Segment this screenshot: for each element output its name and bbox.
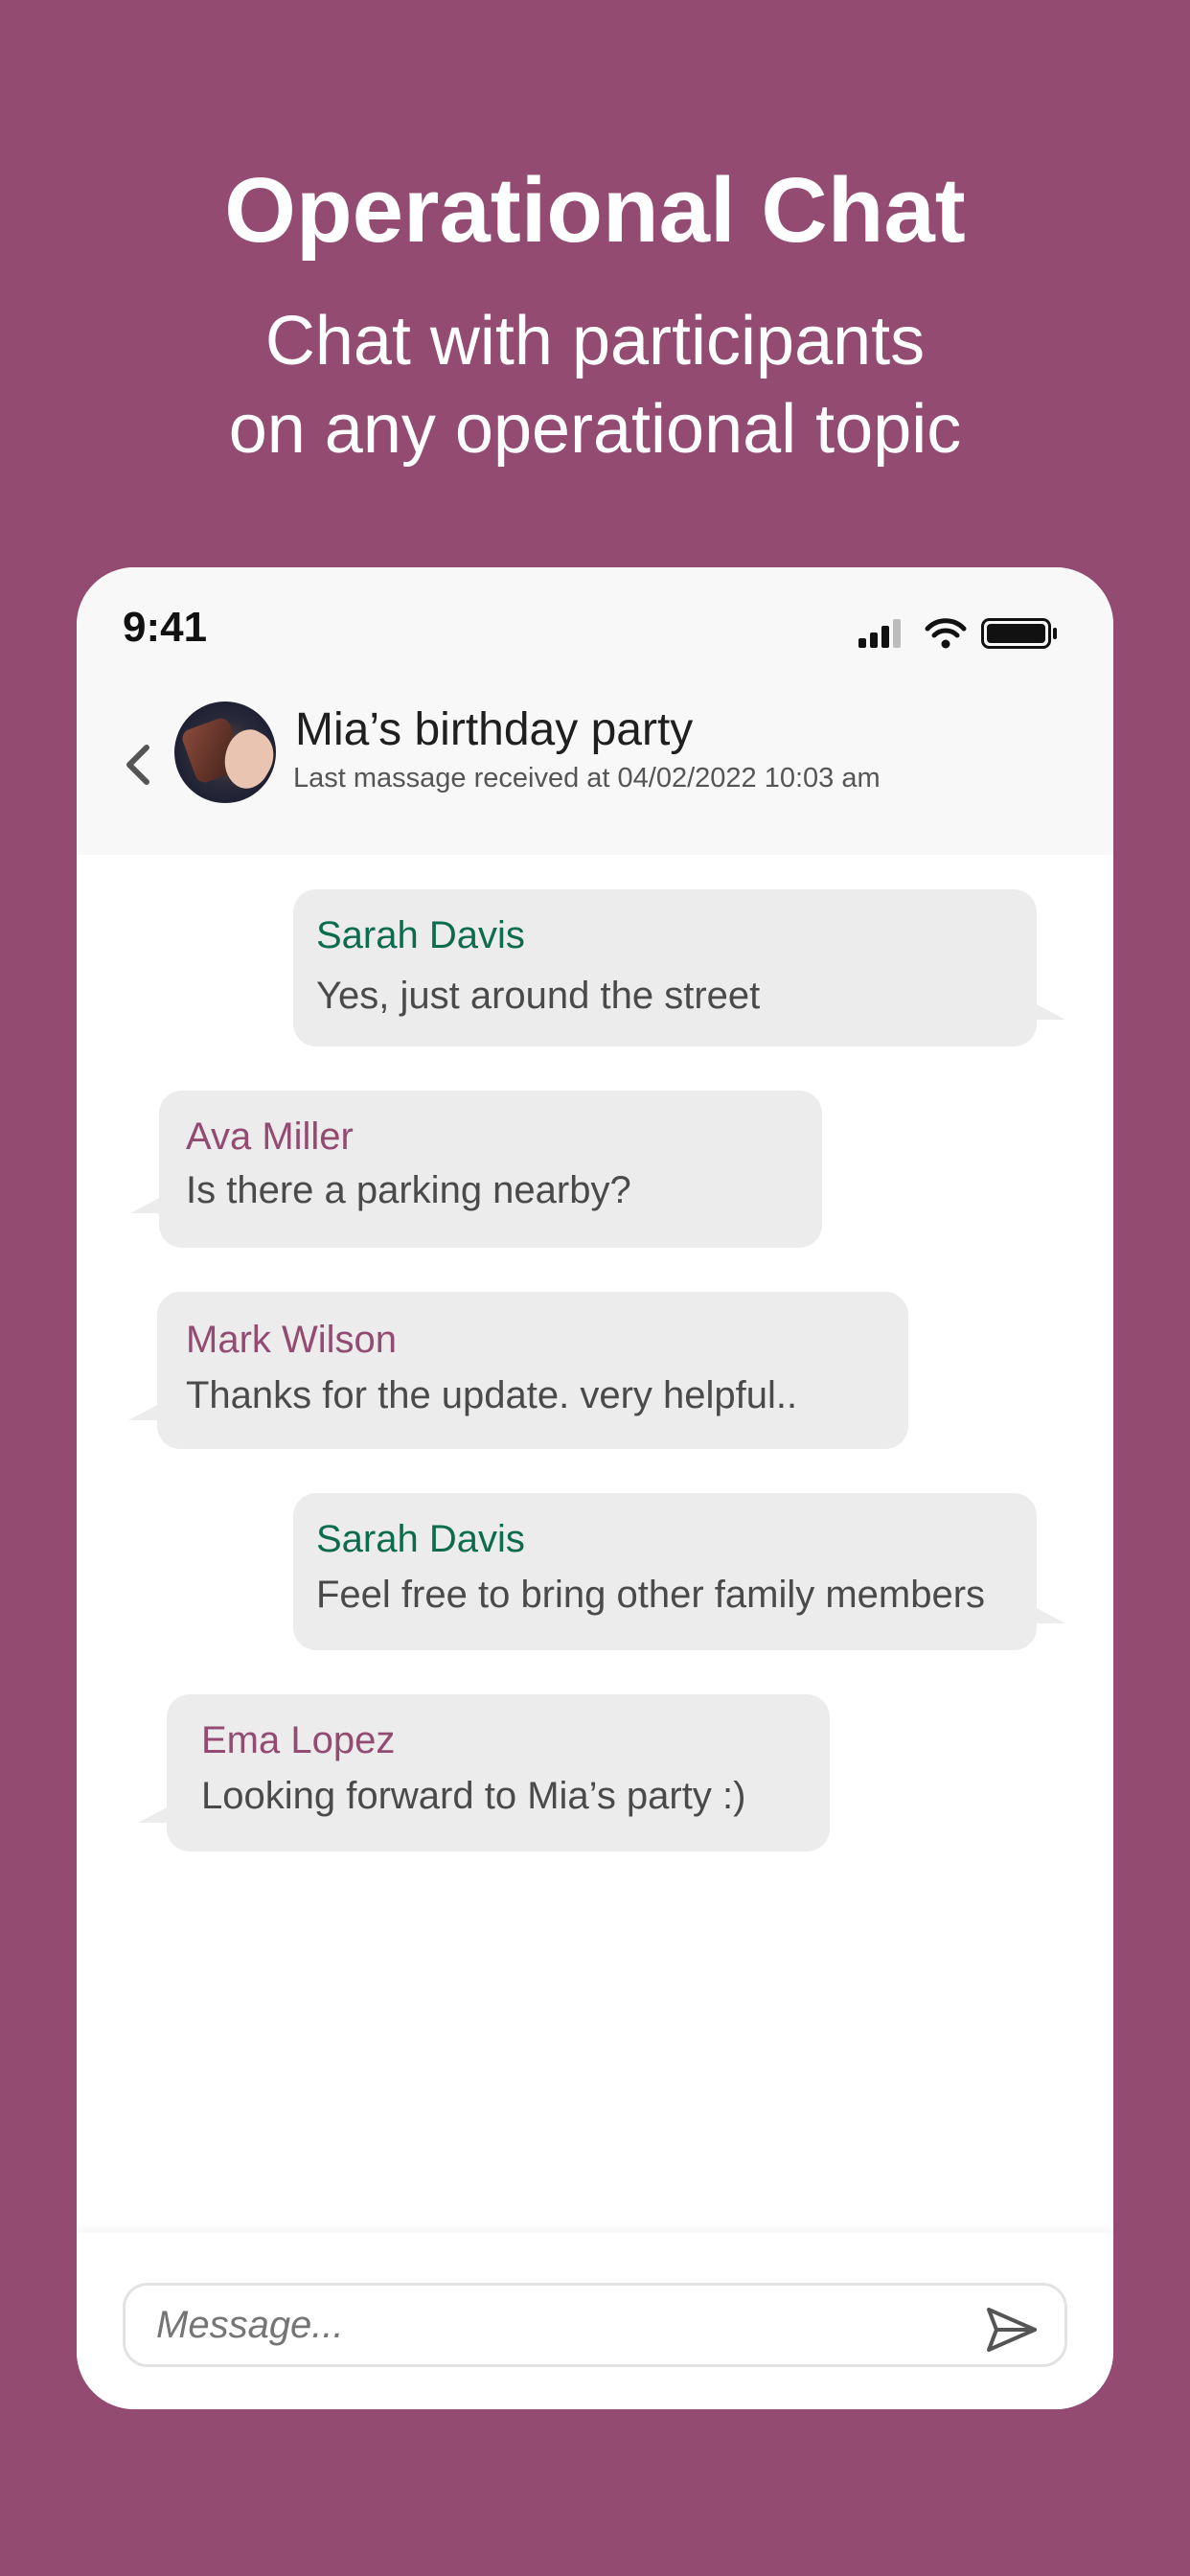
message-text: Looking forward to Mia’s party :) <box>201 1775 746 1817</box>
top-bar: 9:41 Mia’s birthday party Last massage r… <box>77 567 1113 855</box>
bubble-tail <box>128 1403 161 1420</box>
message-input[interactable] <box>123 2283 1067 2367</box>
message-list[interactable]: Sarah Davis Yes, just around the street … <box>77 855 1113 1852</box>
message-bubble-incoming[interactable]: Ava Miller Is there a parking nearby? <box>130 1091 822 1248</box>
phone-frame: 9:41 Mia’s birthday party Last massage r… <box>77 567 1113 2409</box>
bubble-tail <box>138 1806 171 1823</box>
bubble-tail <box>1033 1002 1065 1020</box>
hero-subtitle: Chat with participants on any operationa… <box>0 297 1190 473</box>
message-bubble-outgoing[interactable]: Sarah Davis Yes, just around the street <box>293 889 1065 1046</box>
wifi-icon <box>925 618 967 649</box>
message-sender: Ema Lopez <box>201 1719 396 1761</box>
back-button[interactable] <box>117 742 159 788</box>
battery-icon <box>981 618 1057 649</box>
status-time: 9:41 <box>123 604 208 651</box>
hero-title: Operational Chat <box>224 159 966 262</box>
message-bubble-incoming[interactable]: Mark Wilson Thanks for the update. very … <box>128 1292 908 1449</box>
message-text: Thanks for the update. very helpful.. <box>186 1374 798 1416</box>
chat-last-received: Last massage received at 04/02/2022 10:0… <box>293 763 881 794</box>
back-chevron-icon <box>126 745 149 785</box>
message-sender: Sarah Davis <box>316 914 525 956</box>
message-composer <box>77 2233 1113 2409</box>
status-icons-svg <box>858 618 1057 649</box>
chat-header: Mia’s birthday party Last massage receiv… <box>77 702 1113 826</box>
message-text: Is there a parking nearby? <box>186 1169 631 1211</box>
message-text: Feel free to bring other family members <box>316 1574 986 1616</box>
bubble-tail <box>130 1196 163 1213</box>
hero-subtitle-line1: Chat with participants <box>264 303 926 380</box>
status-icons <box>858 617 1060 655</box>
message-sender: Mark Wilson <box>186 1319 398 1361</box>
signal-icon <box>858 619 901 648</box>
hero-subtitle-line2: on any operational topic <box>228 391 962 468</box>
send-button[interactable] <box>985 2306 1039 2354</box>
message-sender: Sarah Davis <box>316 1518 525 1560</box>
chat-title[interactable]: Mia’s birthday party <box>295 703 693 756</box>
message-bubble-outgoing[interactable]: Sarah Davis Feel free to bring other fam… <box>293 1493 1065 1650</box>
message-text: Yes, just around the street <box>316 975 761 1017</box>
message-bubble-incoming[interactable]: Ema Lopez Looking forward to Mia’s party… <box>138 1694 830 1852</box>
bubble-tail <box>1033 1606 1065 1623</box>
group-avatar[interactable] <box>174 702 276 803</box>
send-icon <box>987 2308 1037 2352</box>
message-sender: Ava Miller <box>186 1116 354 1158</box>
